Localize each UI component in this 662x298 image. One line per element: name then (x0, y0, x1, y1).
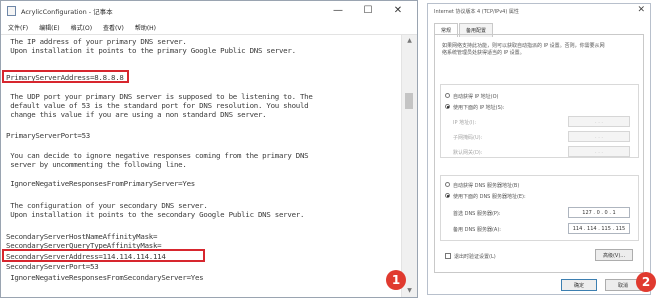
advanced-button[interactable]: 高级(V)... (595, 249, 633, 261)
ok-button[interactable]: 确定 (561, 279, 597, 291)
menu-file[interactable]: 文件(F) (8, 23, 28, 32)
text-line: change this value if you are using a non… (6, 110, 267, 119)
general-tab-panel: 如果网络支持此功能，则可以获取自动指派的 IP 设置。否则，你需要从网 络系统管… (434, 34, 644, 273)
description-line-1: 如果网络支持此功能，则可以获取自动指派的 IP 设置。否则，你需要从网 (442, 43, 605, 49)
text-line: server by uncommenting the following lin… (6, 160, 187, 169)
highlight-primary-dns (2, 70, 129, 83)
maximize-button[interactable]: ☐ (353, 1, 383, 20)
window-controls: — ☐ ✕ (323, 1, 413, 20)
description-line-2: 络系统管理员处获得适当的 IP 设置。 (442, 50, 525, 56)
radio-auto-dns[interactable] (445, 182, 450, 187)
notepad-title: AcrylicConfiguration - 记事本 (21, 7, 113, 16)
alternate-dns-field[interactable]: 114 . 114 . 115 . 115 (568, 223, 630, 234)
text-line: The IP address of your primary DNS serve… (6, 37, 187, 46)
notepad-app-icon (7, 5, 16, 16)
notepad-title-bar: AcrylicConfiguration - 记事本 — ☐ ✕ (1, 1, 417, 20)
menu-edit[interactable]: 编辑(E) (39, 23, 59, 32)
scrollbar-thumb[interactable] (405, 93, 413, 109)
text-line: The UDP port your primary DNS server is … (6, 92, 313, 101)
text-line: You can decide to ignore negative respon… (6, 151, 309, 160)
ipv4-properties-dialog: Internet 协议版本 4 (TCP/IPv4) 属性 ✕ 常规 备用配置 … (427, 3, 651, 295)
text-line: PrimaryServerPort=53 (6, 131, 90, 140)
dialog-title: Internet 协议版本 4 (TCP/IPv4) 属性 (434, 9, 519, 15)
menu-view[interactable]: 查看(V) (103, 23, 124, 32)
validate-on-exit-label: 退出时验证设置(L) (454, 254, 496, 260)
preferred-dns-label: 首选 DNS 服务器(P): (453, 211, 501, 217)
minimize-button[interactable]: — (323, 1, 353, 20)
scroll-down-arrow-icon[interactable]: ▼ (402, 285, 417, 297)
radio-auto-ip[interactable] (445, 93, 450, 98)
close-button[interactable]: ✕ (383, 1, 413, 20)
radio-manual-dns[interactable] (445, 193, 450, 198)
text-line: SecondaryServerHostNameAffinityMask= (6, 232, 158, 241)
text-line: The configuration of your secondary DNS … (6, 201, 208, 210)
scroll-up-arrow-icon[interactable]: ▲ (402, 35, 417, 47)
notepad-window: AcrylicConfiguration - 记事本 — ☐ ✕ 文件(F) 编… (0, 0, 418, 298)
text-line: default value of 53 is the standard port… (6, 101, 309, 110)
menu-help[interactable]: 帮助(H) (135, 23, 156, 32)
text-line: Upon installation it points to the prima… (6, 46, 296, 55)
default-gateway-field[interactable]: . . . (568, 146, 630, 157)
menu-format[interactable]: 格式(O) (71, 23, 92, 32)
step-badge-2: 2 (636, 272, 656, 292)
highlight-secondary-dns (2, 249, 205, 262)
radio-manual-ip-label: 使用下面的 IP 地址(S): (453, 105, 505, 111)
vertical-scrollbar[interactable]: ▲ ▼ (401, 35, 417, 297)
text-line: IgnoreNegativeResponsesFromSecondaryServ… (6, 273, 204, 282)
validate-on-exit-checkbox[interactable] (445, 253, 451, 259)
ip-address-field[interactable]: . . . (568, 116, 630, 127)
step-badge-1: 1 (386, 270, 406, 290)
text-line: SecondaryServerPort=53 (6, 262, 99, 271)
text-line: IgnoreNegativeResponsesFromPrimaryServer… (6, 179, 195, 188)
radio-auto-dns-label: 自动获得 DNS 服务器地址(B) (453, 183, 520, 189)
radio-manual-ip[interactable] (445, 104, 450, 109)
subnet-mask-label: 子网掩码(U): (453, 135, 483, 141)
ip-address-label: IP 地址(I): (453, 120, 477, 126)
menu-bar: 文件(F) 编辑(E) 格式(O) 查看(V) 帮助(H) (1, 20, 417, 35)
dialog-close-icon[interactable]: ✕ (637, 5, 645, 15)
text-editor[interactable]: The IP address of your primary DNS serve… (1, 35, 402, 297)
subnet-mask-field[interactable]: . . . (568, 131, 630, 142)
alternate-dns-label: 备用 DNS 服务器(A): (453, 227, 501, 233)
default-gateway-label: 默认网关(D): (453, 150, 483, 156)
radio-manual-dns-label: 使用下面的 DNS 服务器地址(E): (453, 194, 526, 200)
radio-auto-ip-label: 自动获得 IP 地址(O) (453, 94, 499, 100)
preferred-dns-field[interactable]: 127 . 0 . 0 . 1 (568, 207, 630, 218)
text-line: Upon installation it points to the secon… (6, 210, 305, 219)
